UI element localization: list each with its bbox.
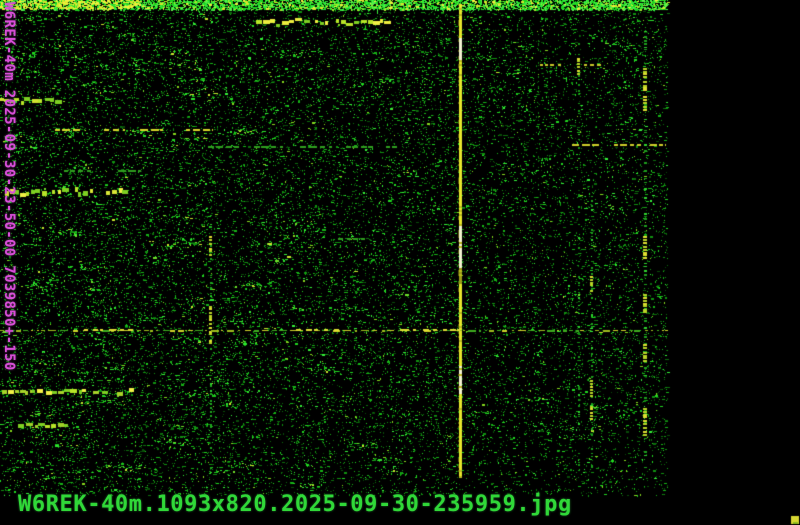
station-timestamp-label: W6REK-40m 2025-09-30-23-50-00 7039850+-1… bbox=[1, 2, 17, 371]
filename-caption: W6REK-40m.1093x820.2025-09-30-235959.jpg bbox=[18, 493, 572, 517]
spectrogram-canvas bbox=[0, 0, 800, 525]
spectrogram-image: W6REK-40m 2025-09-30-23-50-00 7039850+-1… bbox=[0, 0, 800, 525]
